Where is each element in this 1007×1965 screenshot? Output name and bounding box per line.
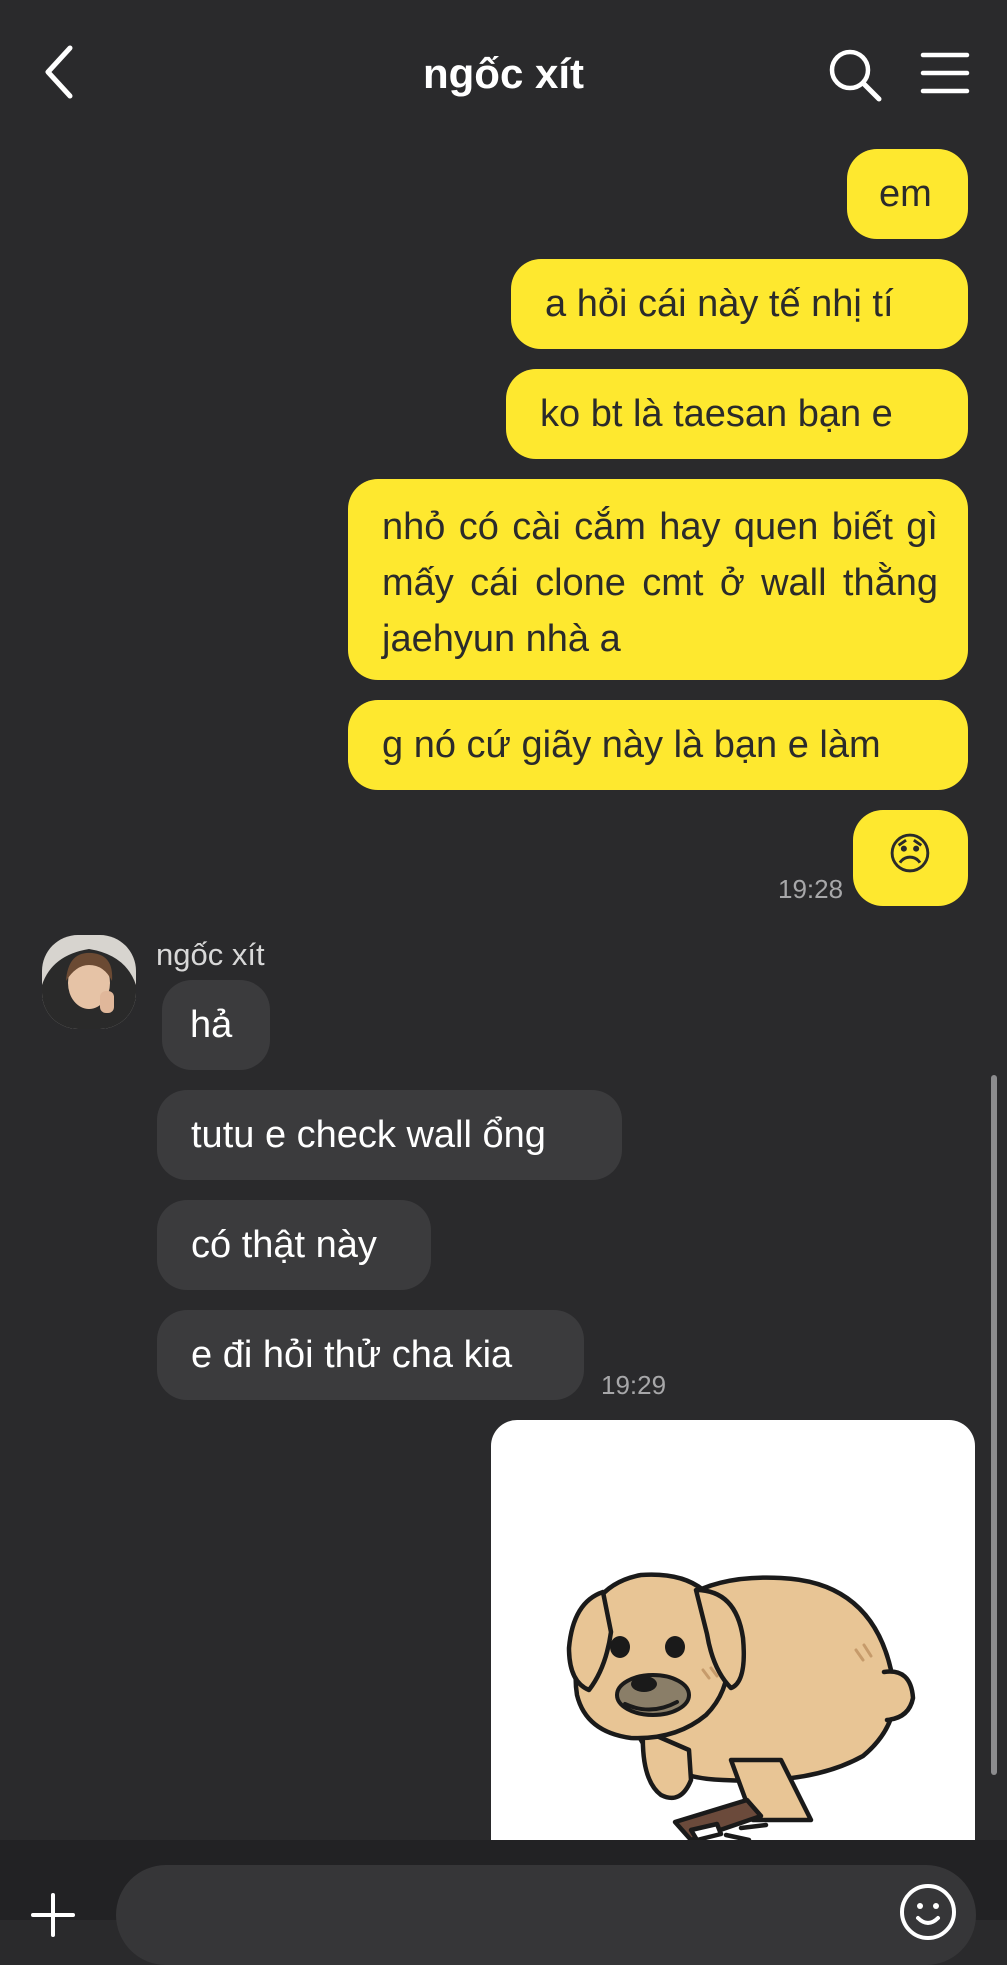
incoming-message[interactable]: tutu e check wall ổng [157,1090,622,1180]
message-timestamp: 19:29 [601,1370,667,1400]
outgoing-message[interactable]: a hỏi cái này tế nhị tí [511,259,968,349]
incoming-message[interactable]: có thật này [157,1200,431,1290]
search-button[interactable] [825,45,885,105]
emoji-button[interactable] [898,1882,958,1942]
hamburger-menu-icon [920,52,970,94]
plus-icon [31,1893,75,1937]
avatar[interactable] [42,935,136,1029]
outgoing-message[interactable]: g nó cứ giãy này là bạn e làm [348,700,968,790]
chat-header: ngốc xít [0,0,1007,145]
search-icon [829,49,882,102]
outgoing-message[interactable]: nhỏ có cài cắm hay quen biết gì mấy cái … [348,479,968,680]
menu-button[interactable] [920,50,970,96]
profile-photo-icon [42,935,136,1029]
outgoing-emoji-message[interactable]: 😞 [853,810,968,906]
sender-name: ngốc xít [156,937,265,972]
message-timestamp: 19:28 [778,874,844,904]
emoji-icon [900,1884,956,1940]
scrollbar[interactable] [991,1075,997,1775]
attach-button[interactable] [28,1890,78,1940]
incoming-message[interactable]: hả [162,980,270,1070]
incoming-message[interactable]: e đi hỏi thử cha kia [157,1310,584,1400]
message-input[interactable] [116,1865,976,1965]
outgoing-message[interactable]: ko bt là taesan bạn e [506,369,968,459]
outgoing-message[interactable]: em [847,149,968,239]
